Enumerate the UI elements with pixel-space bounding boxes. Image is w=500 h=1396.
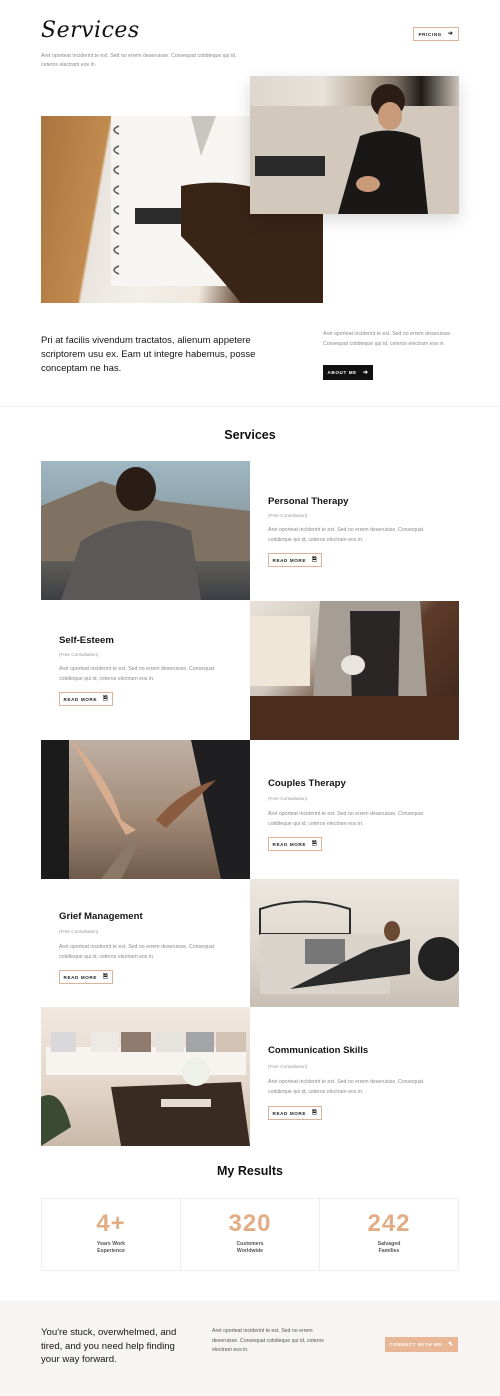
service-image-personal-therapy [41, 461, 250, 600]
service-image-communication-skills [41, 1007, 250, 1146]
service-title: Couples Therapy [268, 778, 346, 789]
service-subtitle: (Free Consultation) [59, 652, 99, 657]
read-more-button[interactable]: READ MORE 🗎 [268, 837, 322, 851]
about-me-button[interactable]: ABOUT ME ➔ [323, 365, 373, 380]
service-title: Communication Skills [268, 1045, 369, 1056]
services-heading: Services [224, 428, 276, 442]
service-subtitle: (Free Consultation) [59, 929, 99, 934]
stat-years: 4+ Years Work Experience [42, 1199, 181, 1270]
read-more-label: READ MORE [272, 841, 307, 847]
document-icon: 🗎 [103, 696, 109, 702]
arrow-circle-icon: ➔ [447, 31, 454, 37]
arrow-circle-icon: ➔ [362, 369, 369, 376]
cta-text: Aret oporteat inciderint te est. Sed no … [212, 1328, 324, 1353]
read-more-label: READ MORE [272, 1110, 307, 1116]
read-more-label: READ MORE [63, 974, 98, 980]
service-text: Aret oporteat inciderint te est. Sed no … [59, 944, 215, 960]
stat-value: 320 [228, 1209, 272, 1237]
results-stats: 4+ Years Work Experience 320 Customers W… [41, 1198, 459, 1271]
woman-sofa-illustration [250, 84, 459, 214]
service-subtitle: (Free Consultation) [268, 796, 308, 801]
header-intro-text: Aret oporteat inciderint te est. Sed no … [41, 53, 237, 68]
about-me-button-label: ABOUT ME [327, 370, 357, 375]
service-title: Grief Management [59, 911, 143, 922]
read-more-button[interactable]: READ MORE 🗎 [268, 1106, 322, 1120]
read-more-button[interactable]: READ MORE 🗎 [59, 692, 113, 706]
pricing-button-label: PRICING [418, 31, 442, 37]
intro-lead-text: Pri at facilis vivendum tractatos, alien… [41, 335, 256, 374]
read-more-label: READ MORE [272, 557, 307, 563]
stat-label: Salvaged Families [377, 1240, 401, 1255]
man-illustration [41, 467, 250, 600]
document-icon: 🗎 [312, 841, 318, 847]
service-text: Aret oporteat inciderint te est. Sed no … [59, 666, 215, 682]
hands-illustration [41, 740, 250, 879]
living-room-illustration [41, 1032, 250, 1146]
stat-label: Customers Worldwide [236, 1240, 264, 1255]
service-image-self-esteem [250, 601, 459, 740]
pricing-button[interactable]: PRICING ➔ [413, 27, 459, 41]
woman-mug-illustration [250, 601, 459, 740]
document-icon: 🗎 [103, 974, 109, 980]
document-icon: 🗎 [312, 1110, 318, 1116]
service-subtitle: (Free Consultation) [268, 513, 308, 518]
section-divider [0, 406, 500, 407]
stat-label: Years Work Experience [96, 1240, 126, 1255]
connect-with-me-button[interactable]: CONNECT WITH ME ✎ [385, 1337, 458, 1352]
stat-families: 242 Salvaged Families [320, 1199, 458, 1270]
service-text: Aret oporteat inciderint te est. Sed no … [268, 527, 424, 543]
service-image-grief-management [250, 879, 462, 1007]
read-more-label: READ MORE [63, 696, 98, 702]
service-subtitle: (Free Consultation) [268, 1064, 308, 1069]
stat-value: 242 [367, 1209, 411, 1237]
document-icon: 🗎 [312, 557, 318, 563]
read-more-button[interactable]: READ MORE 🗎 [268, 553, 322, 567]
stat-value: 4+ [96, 1209, 126, 1237]
cta-heading: You're stuck, overwhelmed, and tired, an… [41, 1327, 177, 1365]
results-heading: My Results [217, 1164, 283, 1178]
pencil-icon: ✎ [448, 1341, 454, 1348]
service-title: Personal Therapy [268, 496, 349, 507]
page-title: Services [41, 18, 140, 43]
service-text: Aret oporteat inciderint te est. Sed no … [268, 811, 424, 827]
hero-image-woman-sofa [250, 76, 459, 214]
woman-bed-illustration [259, 900, 462, 994]
service-image-couples-therapy [41, 740, 250, 879]
stat-customers: 320 Customers Worldwide [181, 1199, 320, 1270]
read-more-button[interactable]: READ MORE 🗎 [59, 970, 113, 984]
service-title: Self-Esteem [59, 635, 114, 646]
connect-button-label: CONNECT WITH ME [389, 1342, 443, 1347]
service-text: Aret oporteat inciderint te est. Sed no … [268, 1079, 424, 1095]
intro-side-text: Aret oporteat inciderint te est. Sed no … [323, 331, 452, 347]
